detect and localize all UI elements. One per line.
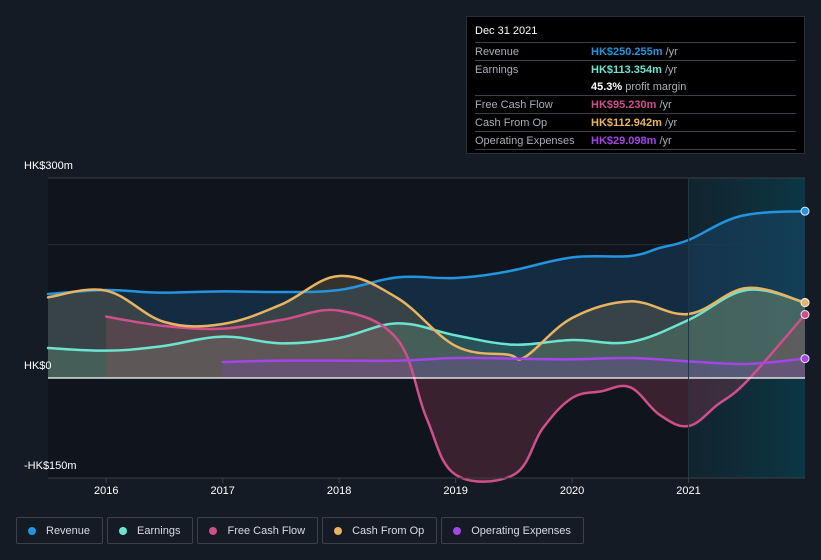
legend-dot-icon <box>334 526 343 535</box>
tooltip-row-label: Free Cash Flow <box>475 98 553 111</box>
tooltip-row-unit: /yr <box>659 98 672 111</box>
x-tick-label: 2020 <box>559 485 585 497</box>
tooltip-row-value: HK$95.230m <box>591 98 657 111</box>
tooltip-row: Cash From Op HK$112.942m/yr <box>475 114 796 132</box>
legend: Revenue Earnings Free Cash Flow Cash From O… <box>16 517 584 544</box>
legend-dot-icon <box>453 526 462 535</box>
tooltip-row-unit: /yr <box>665 45 678 58</box>
x-tick-label: 2021 <box>676 485 701 497</box>
tooltip-row-unit: /yr <box>664 116 678 129</box>
x-tick-label: 2018 <box>326 485 352 497</box>
tooltip-row-unit: /yr <box>664 63 678 76</box>
x-tick-label: 2017 <box>210 485 235 497</box>
legend-label: Operating Expenses <box>471 524 571 537</box>
tooltip-row-value: 45.3% <box>591 80 623 93</box>
x-tick-label: 2016 <box>93 485 119 497</box>
tooltip-row-label: Earnings <box>475 63 519 76</box>
tooltip-row-label: Revenue <box>475 45 520 58</box>
legend-item-cash-from-op[interactable]: Cash From Op <box>322 517 438 544</box>
tooltip-row-value: HK$29.098m <box>591 134 657 147</box>
y-tick-label: -HK$150m <box>24 460 77 472</box>
tooltip-row: Free Cash Flow HK$95.230m/yr <box>475 96 796 114</box>
legend-item-revenue[interactable]: Revenue <box>16 517 104 544</box>
x-tick-label: 2019 <box>443 485 468 497</box>
tooltip-row: Earnings HK$113.354m/yr <box>475 61 796 78</box>
tooltip-row-value: HK$250.255m <box>591 45 663 58</box>
tooltip-row-unit: profit margin <box>625 80 687 93</box>
tooltip-date: Dec 31 2021 <box>475 25 796 43</box>
tooltip-row-label: Operating Expenses <box>475 134 575 147</box>
legend-label: Free Cash Flow <box>227 524 306 537</box>
legend-item-operating-expenses[interactable]: Operating Expenses <box>441 517 584 544</box>
tooltip-row: Operating Expenses HK$29.098m/yr <box>475 132 796 150</box>
legend-dot-icon <box>119 526 128 535</box>
tooltip-row: Revenue HK$250.255m/yr <box>475 43 796 61</box>
legend-label: Cash From Op <box>352 524 425 537</box>
tooltip-row-unit: /yr <box>659 134 672 147</box>
y-tick-label: HK$300m <box>24 160 73 172</box>
endpoint-revenue <box>800 206 810 216</box>
endpoint-operating-expenses <box>800 354 810 364</box>
legend-item-free-cash-flow[interactable]: Free Cash Flow <box>197 517 319 544</box>
legend-item-earnings[interactable]: Earnings <box>107 517 194 544</box>
endpoint-cash-from-op <box>800 298 810 308</box>
tooltip: Dec 31 2021 Revenue HK$250.255m/yr Earning… <box>466 16 805 154</box>
legend-dot-icon <box>209 526 218 535</box>
legend-dot-icon <box>28 526 36 535</box>
legend-label: Earnings <box>137 524 181 537</box>
tooltip-row-label: Cash From Op <box>475 116 548 129</box>
legend-label: Revenue <box>46 524 91 537</box>
tooltip-row-value: HK$112.942m <box>591 116 662 129</box>
y-tick-label: HK$0 <box>24 360 52 372</box>
tooltip-row-value: HK$113.354m <box>591 63 662 76</box>
tooltip-row: 45.3% profit margin <box>475 78 796 96</box>
endpoint-free-cash-flow <box>800 310 810 320</box>
